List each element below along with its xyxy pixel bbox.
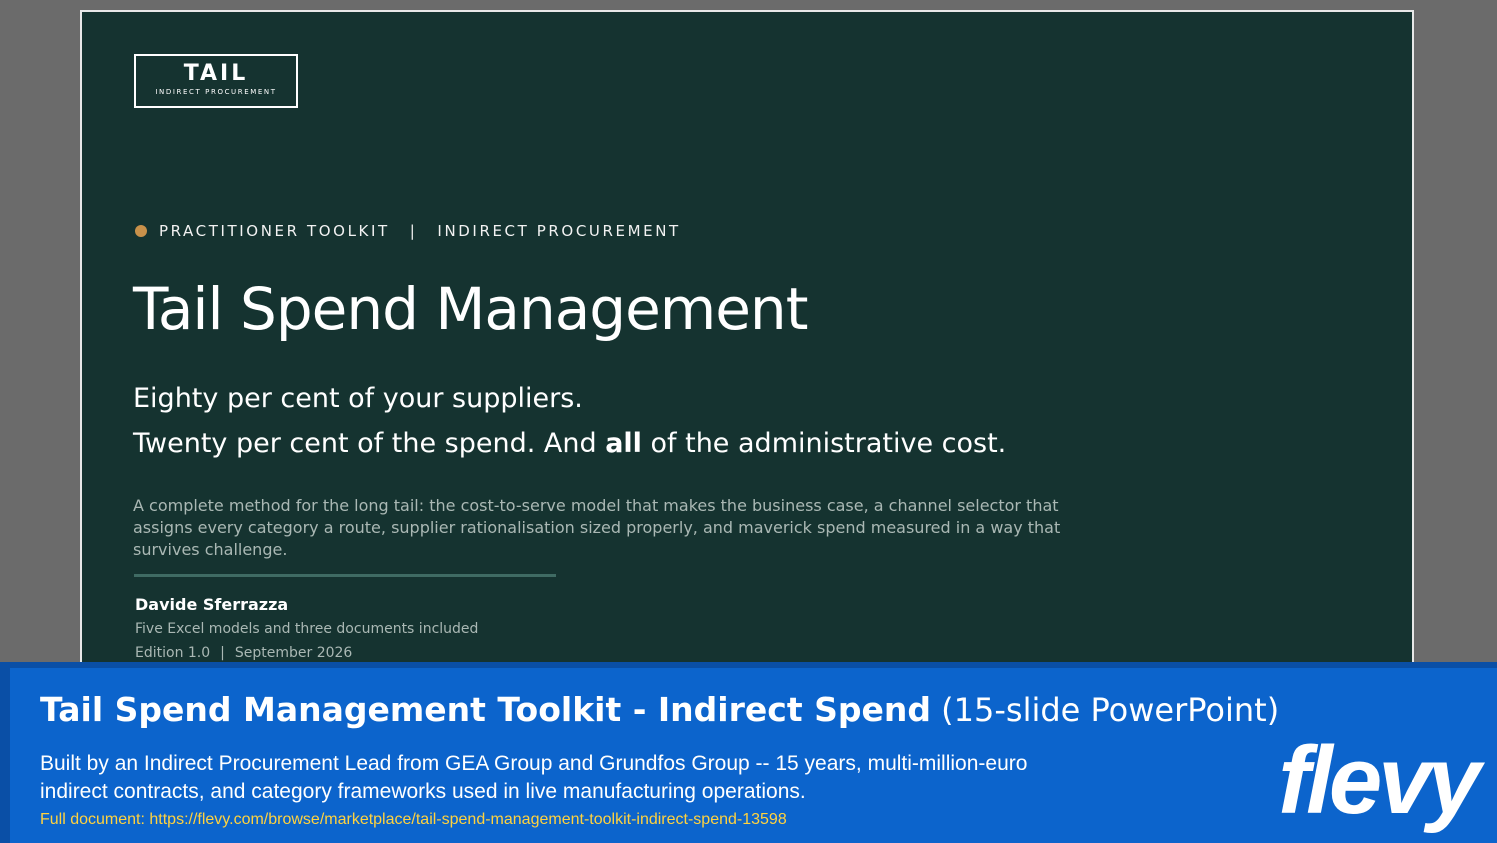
kicker-right: INDIRECT PROCUREMENT xyxy=(437,222,681,240)
kicker-separator: | xyxy=(409,222,418,240)
flevy-logo[interactable]: flevy xyxy=(1278,726,1481,836)
tagline-line-2: Twenty per cent of the spend. And all of… xyxy=(133,427,1006,461)
banner-title-bold: Tail Spend Management Toolkit - Indirect… xyxy=(40,690,931,729)
full-document-link[interactable]: Full document: https://flevy.com/browse/… xyxy=(40,811,787,829)
bullet-dot-icon xyxy=(135,225,147,237)
promo-banner-inner: Tail Spend Management Toolkit - Indirect… xyxy=(10,668,1497,843)
kicker-line: PRACTITIONER TOOLKIT | INDIRECT PROCUREM… xyxy=(135,222,681,240)
edition-separator: | xyxy=(220,645,225,661)
tagline-line-1: Eighty per cent of your suppliers. xyxy=(133,383,583,414)
author-name: Davide Sferrazza xyxy=(135,595,289,614)
banner-title-light: (15-slide PowerPoint) xyxy=(930,691,1280,729)
banner-description: Built by an Indirect Procurement Lead fr… xyxy=(40,752,1028,803)
divider-rule xyxy=(134,574,556,577)
edition-date: September 2026 xyxy=(234,645,353,661)
edition-line: Edition 1.0 | September 2026 xyxy=(135,645,352,661)
tagline-line-2-bold: all xyxy=(605,428,642,459)
edition-text: Edition 1.0 xyxy=(135,645,211,661)
banner-title: Tail Spend Management Toolkit - Indirect… xyxy=(40,690,1279,730)
includes-text: Five Excel models and three documents in… xyxy=(135,621,479,637)
kicker-left: PRACTITIONER TOOLKIT xyxy=(159,222,390,240)
slide-title: Tail Spend Management xyxy=(133,275,808,343)
tail-logo: TAIL INDIRECT PROCUREMENT xyxy=(134,54,298,108)
logo-main-text: TAIL xyxy=(183,61,249,86)
slide-description: A complete method for the long tail: the… xyxy=(133,496,1061,559)
logo-sub-text: INDIRECT PROCUREMENT xyxy=(155,88,277,96)
promo-banner: Tail Spend Management Toolkit - Indirect… xyxy=(0,662,1497,843)
title-slide: TAIL INDIRECT PROCUREMENT PRACTITIONER T… xyxy=(80,10,1414,710)
tagline-line-2-after: of the administrative cost. xyxy=(641,428,1007,459)
tagline-line-2-before: Twenty per cent of the spend. And xyxy=(133,428,606,459)
